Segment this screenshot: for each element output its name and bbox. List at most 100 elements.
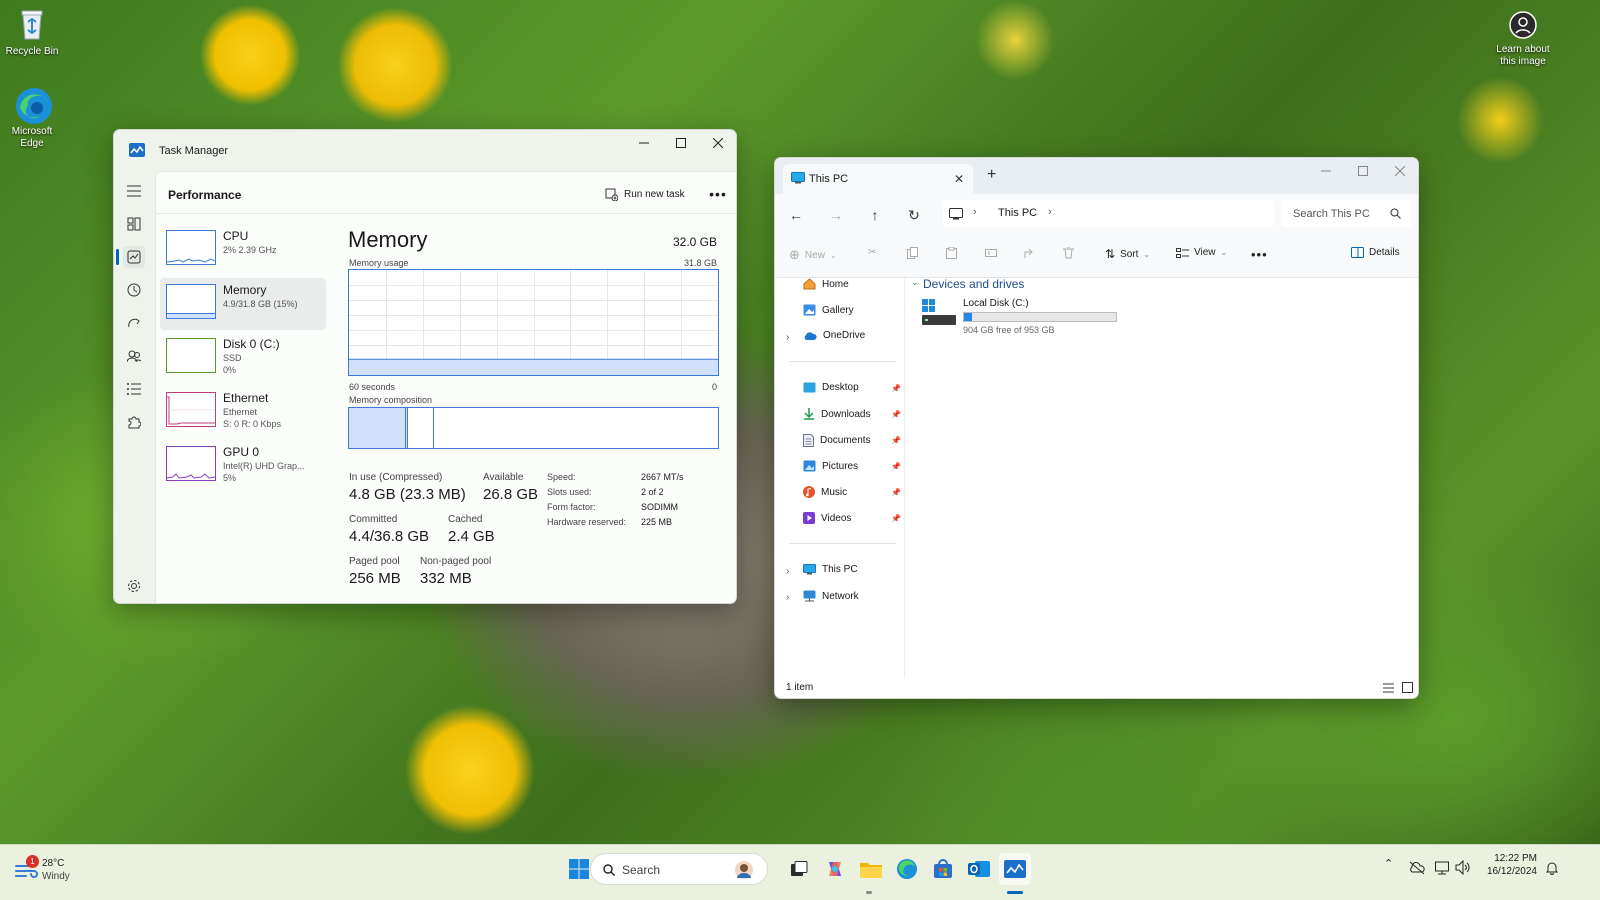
explorer-minimize-button[interactable] <box>1308 158 1344 184</box>
new-tab-button[interactable]: + <box>987 166 996 184</box>
clock-time[interactable]: 12:22 PM <box>1487 853 1537 864</box>
pin-icon: 📌 <box>891 410 901 419</box>
taskbar-outlook[interactable] <box>963 853 995 885</box>
taskbar-store[interactable] <box>927 853 959 885</box>
network-icon <box>803 590 816 602</box>
nav-services-button[interactable] <box>123 411 145 433</box>
share-button[interactable] <box>1024 247 1036 259</box>
composition-segment-standby[interactable] <box>408 408 434 448</box>
taskbar-copilot[interactable] <box>819 853 851 885</box>
copy-button[interactable] <box>907 247 918 259</box>
see-more-button[interactable]: ••• <box>1251 247 1268 262</box>
forward-button[interactable]: → <box>825 204 847 226</box>
details-pane-button[interactable]: Details <box>1351 247 1400 258</box>
address-bar[interactable]: › This PC › <box>943 200 1274 227</box>
desktop-icon-learn-image[interactable]: Learn about this image <box>1490 10 1556 68</box>
view-button[interactable]: View ⌄ <box>1176 247 1227 258</box>
memory-composition-label: Memory composition <box>349 395 433 405</box>
close-tab-icon[interactable]: ✕ <box>954 172 964 186</box>
hamburger-menu-button[interactable] <box>123 180 145 202</box>
notification-bell-icon[interactable] <box>1546 861 1558 875</box>
show-hidden-icons-button[interactable]: ⌃ <box>1384 857 1393 870</box>
nav-onedrive[interactable]: OneDrive <box>803 330 865 341</box>
maximize-button[interactable] <box>663 130 699 156</box>
nav-app-history-button[interactable] <box>123 279 145 301</box>
delete-button[interactable] <box>1063 247 1074 259</box>
refresh-button[interactable]: ↻ <box>903 204 925 226</box>
back-button[interactable]: ← <box>785 204 807 226</box>
drive-item-c[interactable]: Local Disk (C:) 904 GB free of 953 GB <box>920 298 1120 335</box>
nav-videos[interactable]: Videos <box>803 512 851 524</box>
device-name: CPU <box>223 229 249 243</box>
taskbar-task-view[interactable] <box>783 853 815 885</box>
nav-this-pc[interactable]: This PC <box>803 564 858 575</box>
device-item-disk[interactable]: Disk 0 (C:) SSD 0% <box>160 332 326 384</box>
new-button[interactable]: ⊕ New ⌄ <box>789 247 837 263</box>
more-options-button[interactable]: ••• <box>707 183 729 205</box>
run-task-icon <box>605 188 618 201</box>
device-item-cpu[interactable]: CPU 2% 2.39 GHz <box>160 224 326 276</box>
nav-label: This PC <box>822 564 858 575</box>
sort-button[interactable]: ⇅ Sort ⌄ <box>1105 247 1150 261</box>
nav-performance-button[interactable] <box>123 246 145 268</box>
weather-widget[interactable]: 1 28°C Windy <box>14 852 104 886</box>
composition-segment-free[interactable] <box>433 408 718 448</box>
cut-button[interactable]: ✂ <box>868 247 876 258</box>
nav-desktop[interactable]: Desktop <box>803 382 859 393</box>
explorer-tab-strip[interactable]: This PC ✕ + <box>775 158 1418 194</box>
task-manager-titlebar[interactable]: Task Manager <box>114 130 736 170</box>
paste-button[interactable] <box>946 247 957 259</box>
network-status-icon[interactable] <box>1435 860 1449 876</box>
search-input[interactable]: Search This PC <box>1281 200 1411 227</box>
explorer-close-button[interactable] <box>1382 158 1418 184</box>
nav-processes-button[interactable] <box>123 213 145 235</box>
explorer-tab-this-pc[interactable]: This PC ✕ <box>783 164 973 194</box>
nav-settings-button[interactable] <box>123 575 145 597</box>
composition-segment-in-use[interactable] <box>349 408 407 448</box>
nav-home[interactable]: Home <box>803 278 849 290</box>
chevron-down-icon[interactable]: ⌄ <box>911 277 919 288</box>
taskbar-edge[interactable] <box>891 853 923 885</box>
nav-pictures[interactable]: Pictures <box>803 460 858 472</box>
onedrive-offline-icon[interactable] <box>1409 861 1425 875</box>
explorer-maximize-button[interactable] <box>1345 158 1381 184</box>
taskbar-search-input[interactable]: Search <box>590 853 768 885</box>
chevron-right-icon[interactable]: › <box>786 332 789 343</box>
group-header[interactable]: Devices and drives <box>923 277 1024 291</box>
desktop-icon-edge[interactable]: Microsoft Edge <box>0 86 64 150</box>
minimize-button[interactable] <box>626 130 662 156</box>
run-new-task-button[interactable]: Run new task <box>605 183 685 205</box>
clock-date[interactable]: 16/12/2024 <box>1477 866 1537 877</box>
nav-users-button[interactable] <box>123 345 145 367</box>
up-button[interactable]: ↑ <box>864 204 886 226</box>
taskbar-file-explorer[interactable] <box>855 853 887 885</box>
task-manager-window[interactable]: Task Manager Performance Run new task ••… <box>113 129 737 604</box>
nav-downloads[interactable]: Downloads <box>803 408 870 420</box>
desktop-icon-recycle-bin[interactable]: Recycle Bin <box>0 6 64 58</box>
device-detail: Intel(R) UHD Grap... <box>223 461 305 471</box>
share-icon <box>1024 248 1033 258</box>
chevron-right-icon[interactable]: › <box>786 592 789 603</box>
device-item-memory[interactable]: Memory 4.9/31.8 GB (15%) <box>160 278 326 330</box>
taskbar-task-manager[interactable] <box>999 853 1031 885</box>
nav-network[interactable]: Network <box>803 590 859 602</box>
home-icon <box>803 278 816 290</box>
device-item-gpu[interactable]: GPU 0 Intel(R) UHD Grap... 5% <box>160 440 326 492</box>
breadcrumb-this-pc[interactable]: This PC <box>998 207 1037 219</box>
close-button[interactable] <box>700 130 736 156</box>
performance-header: Performance Run new task ••• <box>156 172 736 214</box>
details-view-icon[interactable] <box>1383 683 1394 693</box>
memory-composition-bar <box>348 407 719 449</box>
file-explorer-window[interactable]: This PC ✕ + ← → ↑ ↻ › This PC › Search T… <box>774 157 1419 699</box>
rename-button[interactable] <box>985 247 997 259</box>
nav-details-button[interactable] <box>123 378 145 400</box>
nav-divider <box>789 543 896 544</box>
tiles-view-icon[interactable] <box>1402 682 1413 693</box>
nav-music[interactable]: Music <box>803 486 847 498</box>
chevron-right-icon[interactable]: › <box>786 566 789 577</box>
device-item-ethernet[interactable]: Ethernet Ethernet S: 0 R: 0 Kbps <box>160 386 326 438</box>
speaker-icon[interactable] <box>1455 860 1470 875</box>
nav-startup-apps-button[interactable] <box>123 312 145 334</box>
nav-gallery[interactable]: Gallery <box>803 304 854 316</box>
nav-documents[interactable]: Documents <box>803 434 871 447</box>
